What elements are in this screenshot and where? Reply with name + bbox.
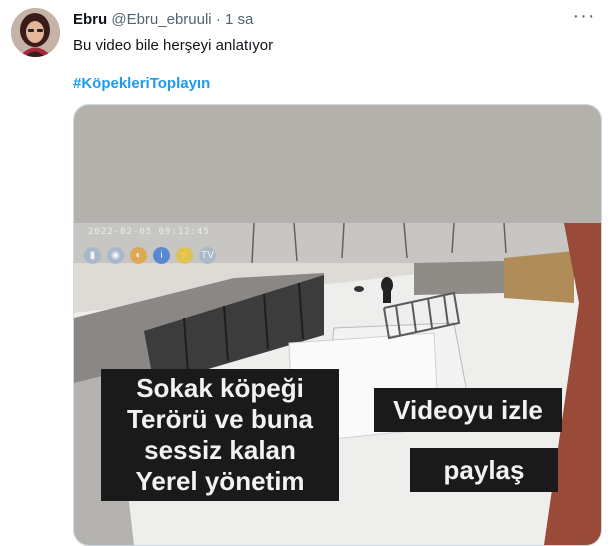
- hashtag-link[interactable]: #KöpekleriToplayın: [73, 75, 210, 92]
- author-avatar[interactable]: [11, 8, 60, 57]
- video-letterbox: [74, 105, 601, 223]
- video-caption-share: paylaş: [410, 448, 558, 492]
- author-name[interactable]: Ebru: [73, 11, 107, 28]
- author-handle[interactable]: @Ebru_ebruuli: [111, 11, 211, 28]
- camera-mode-icon: ◉: [107, 247, 124, 264]
- separator-dot: ·: [215, 11, 221, 28]
- camera-alert-icon: ◐: [130, 247, 147, 264]
- tweet-video[interactable]: 2022-02-05 09:12:45 ▮ ◉ ◐ i ⚡ TV Sokak k…: [73, 104, 602, 546]
- video-frame[interactable]: 2022-02-05 09:12:45 ▮ ◉ ◐ i ⚡ TV Sokak k…: [74, 223, 601, 545]
- tweet-header: Ebru @Ebru_ebruuli · 1 sa: [73, 10, 253, 30]
- more-options-button[interactable]: ···: [570, 5, 598, 28]
- camera-flash-icon: ⚡: [176, 247, 193, 264]
- more-horizontal-icon: ···: [572, 5, 596, 27]
- video-caption-watch: Videoyu izle: [374, 388, 562, 432]
- video-caption-main: Sokak köpeği Terörü ve buna sessiz kalan…: [101, 369, 339, 501]
- tweet-time[interactable]: 1 sa: [225, 11, 253, 28]
- camera-overlay-icons: ▮ ◉ ◐ i ⚡ TV: [84, 247, 216, 264]
- camera-info-icon: i: [153, 247, 170, 264]
- tweet-text: Bu video bile herşeyi anlatıyor: [73, 37, 274, 54]
- camera-timestamp: 2022-02-05 09:12:45: [88, 227, 210, 237]
- camera-status-icon: ▮: [84, 247, 101, 264]
- camera-tv-icon: TV: [199, 247, 216, 264]
